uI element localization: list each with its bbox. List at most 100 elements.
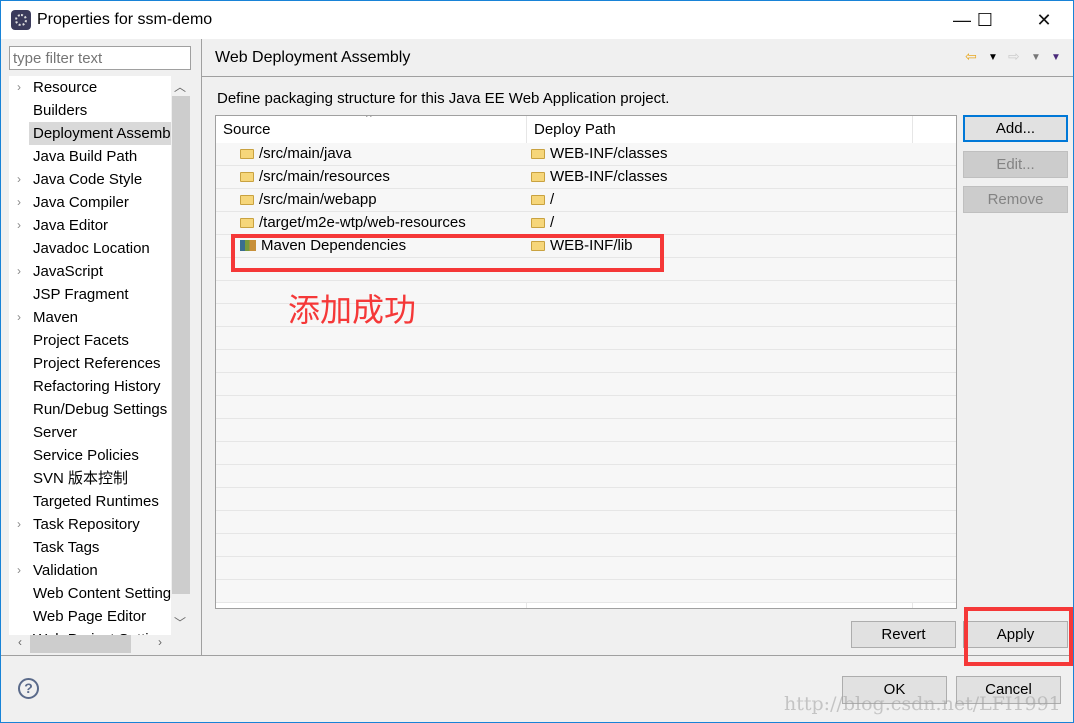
maximize-button[interactable]: ☐ (962, 7, 1008, 33)
table-row[interactable] (216, 442, 956, 465)
tree-item[interactable]: Service Policies (9, 444, 171, 467)
edit-button[interactable]: Edit... (963, 151, 1068, 178)
tree-item[interactable]: › JavaScript (9, 260, 171, 283)
tree-item-label: Task Repository (33, 516, 140, 533)
source-cell: /src/main/resources (259, 168, 390, 185)
assembly-table: ^ Source Deploy Path /src/main/java WEB-I… (215, 115, 957, 609)
chevron-right-icon[interactable]: › (17, 559, 21, 582)
scroll-down-icon[interactable]: ﹀ (171, 614, 189, 631)
tree-item[interactable]: SVN 版本控制 (9, 467, 171, 490)
tree-item-label: Server (33, 424, 78, 441)
table-row[interactable]: /src/main/webapp / (216, 189, 956, 212)
tree-item-label: Maven (33, 309, 79, 326)
tree-item[interactable]: Web Page Editor (9, 605, 171, 628)
tree-item[interactable]: Java Build Path (9, 145, 171, 168)
scroll-right-icon[interactable]: › (151, 635, 169, 649)
tree-item-label: Builders (33, 102, 88, 119)
table-row[interactable]: /target/m2e-wtp/web-resources / (216, 212, 956, 235)
scroll-up-icon[interactable]: ︿ (171, 78, 189, 95)
add-button[interactable]: Add... (963, 115, 1068, 142)
tree-item[interactable]: › Maven (9, 306, 171, 329)
chevron-right-icon[interactable]: › (17, 513, 21, 536)
tree-item-label: Web Project Settings (33, 628, 171, 635)
tree-item-label: Run/Debug Settings (33, 401, 168, 418)
chevron-right-icon[interactable]: › (17, 306, 21, 329)
back-menu-icon[interactable]: ▼ (988, 52, 998, 63)
chevron-right-icon[interactable]: › (17, 191, 21, 214)
tree-item-label: Java Build Path (33, 148, 138, 165)
tree-item-label: Targeted Runtimes (33, 493, 159, 510)
table-row[interactable]: /src/main/resources WEB-INF/classes (216, 166, 956, 189)
scrollbar-thumb[interactable] (172, 96, 190, 594)
eclipse-app-icon (11, 10, 31, 30)
table-row[interactable] (216, 350, 956, 373)
sidebar: › Resource Builders Deployment Assembly Java… (1, 39, 201, 655)
tree-item[interactable]: › Validation (9, 559, 171, 582)
title-bar: Properties for ssm-demo — ☐ ✕ (1, 1, 1073, 39)
horizontal-scrollbar[interactable]: ‹ › (9, 635, 171, 653)
help-icon[interactable]: ? (18, 678, 39, 699)
folder-icon (240, 149, 254, 159)
tree-item[interactable]: Javadoc Location (9, 237, 171, 260)
scroll-left-icon[interactable]: ‹ (11, 635, 29, 649)
view-menu-icon[interactable]: ▼ (1051, 52, 1061, 63)
annotation-highlight-box (964, 607, 1073, 666)
tree-item-label: JavaScript (33, 263, 104, 280)
tree-item[interactable]: Run/Debug Settings (9, 398, 171, 421)
tree-item[interactable]: › Resource (9, 76, 171, 99)
tree-item[interactable]: › Java Compiler (9, 191, 171, 214)
chevron-right-icon[interactable]: › (17, 260, 21, 283)
close-button[interactable]: ✕ (1021, 7, 1067, 33)
chevron-right-icon[interactable]: › (17, 168, 21, 191)
tree-item-label: JSP Fragment (33, 286, 129, 303)
table-row[interactable] (216, 557, 956, 580)
filter-input[interactable] (9, 46, 191, 70)
table-row[interactable] (216, 419, 956, 442)
folder-icon (240, 195, 254, 205)
chevron-right-icon[interactable]: › (17, 214, 21, 237)
tree-item[interactable]: Web Project Settings (9, 628, 171, 635)
vertical-scrollbar[interactable]: ︿ ﹀ (171, 76, 191, 635)
forward-icon[interactable]: ⇨ (1008, 48, 1020, 65)
table-row[interactable] (216, 511, 956, 534)
tree-item-label: SVN 版本控制 (33, 470, 129, 487)
tree-item[interactable]: JSP Fragment (9, 283, 171, 306)
scrollbar-thumb[interactable] (30, 635, 131, 653)
table-row[interactable] (216, 488, 956, 511)
back-icon[interactable]: ⇦ (965, 48, 977, 65)
tree-item-label: Project References (33, 355, 161, 372)
column-header-deploy-path[interactable]: Deploy Path (527, 116, 616, 143)
column-header-source[interactable]: Source (216, 116, 271, 143)
forward-menu-icon[interactable]: ▼ (1031, 52, 1041, 63)
table-row[interactable]: /src/main/java WEB-INF/classes (216, 143, 956, 166)
tree-item[interactable]: Targeted Runtimes (9, 490, 171, 513)
tree-item[interactable]: › Task Repository (9, 513, 171, 536)
tree-item[interactable]: Project Facets (9, 329, 171, 352)
chevron-right-icon[interactable]: › (17, 76, 21, 99)
annotation-text: 添加成功 (288, 291, 417, 329)
tree-item[interactable]: › Java Code Style (9, 168, 171, 191)
tree-item[interactable]: Refactoring History (9, 375, 171, 398)
revert-button[interactable]: Revert (851, 621, 956, 648)
tree-item[interactable]: Project References (9, 352, 171, 375)
table-row[interactable] (216, 534, 956, 557)
deploy-path-cell: / (550, 191, 555, 208)
table-row[interactable] (216, 373, 956, 396)
tree-item-label: Task Tags (33, 539, 100, 556)
deploy-path-cell: / (550, 214, 555, 231)
tree-item[interactable]: Web Content Settings (9, 582, 171, 605)
table-row[interactable] (216, 580, 956, 603)
divider (201, 39, 202, 655)
page-description: Define packaging structure for this Java… (217, 90, 670, 107)
remove-button[interactable]: Remove (963, 186, 1068, 213)
tree-item[interactable]: Server (9, 421, 171, 444)
tree-item[interactable]: Deployment Assembly (9, 122, 171, 145)
tree-item[interactable]: › Java Editor (9, 214, 171, 237)
tree-item[interactable]: Builders (9, 99, 171, 122)
table-row[interactable] (216, 396, 956, 419)
tree-item-label: Web Content Settings (33, 585, 171, 602)
table-row[interactable] (216, 465, 956, 488)
tree-item[interactable]: Task Tags (9, 536, 171, 559)
folder-icon (531, 172, 545, 182)
annotation-highlight-box (231, 234, 664, 272)
